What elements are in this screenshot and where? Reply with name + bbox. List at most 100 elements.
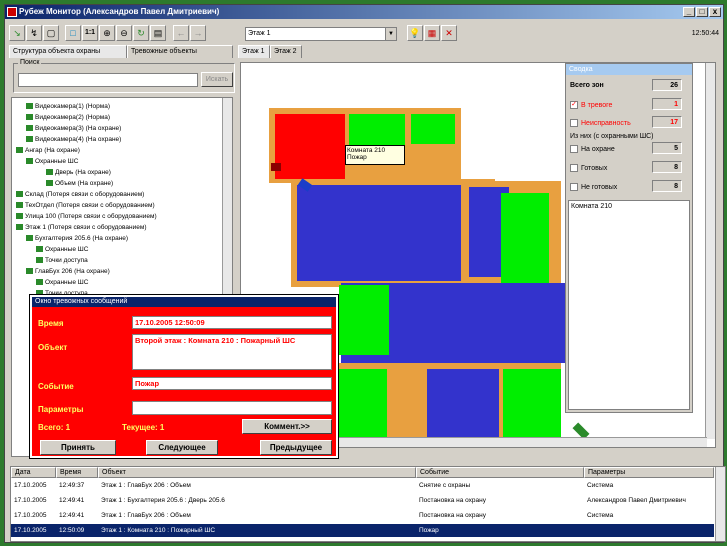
table-cell: Система xyxy=(587,482,614,489)
tree-item[interactable]: Охранные ШС xyxy=(36,245,88,254)
tree-item[interactable]: Точки доступа xyxy=(36,256,88,265)
tree-item-label: ГлавБух 206 (На охране) xyxy=(35,268,110,275)
object-icon xyxy=(36,257,43,264)
column-header[interactable]: Событие xyxy=(416,467,584,478)
smoke-detector-icon[interactable] xyxy=(271,163,281,171)
column-header[interactable]: Объект xyxy=(98,467,416,478)
tree-item[interactable]: Видеокамера(3) (На охране) xyxy=(26,124,121,133)
table-cell xyxy=(584,524,714,537)
room-zone[interactable] xyxy=(427,369,499,439)
fault-checkbox[interactable] xyxy=(570,119,578,127)
tree-item[interactable]: Объем (На охране) xyxy=(46,179,113,188)
guarded-filter[interactable]: На охране xyxy=(570,145,615,153)
tree-item-label: Видеокамера(4) (На охране) xyxy=(35,136,122,143)
object-icon xyxy=(16,224,23,231)
tab-alarm-objects[interactable]: Тревожные объекты xyxy=(127,45,233,58)
table-cell: 17.10.2005 xyxy=(14,497,47,504)
tree-item-label: Дверь (На охране) xyxy=(55,169,111,176)
object-icon xyxy=(16,147,23,154)
fit-icon[interactable]: □ xyxy=(65,25,81,41)
zoom-in-icon[interactable]: ⊕ xyxy=(99,25,115,41)
table-row[interactable]: 17.10.2005 12:49:37 Этаж 1 : ГлавБух 206 :… xyxy=(11,479,714,492)
tab-floor-2[interactable]: Этаж 2 xyxy=(270,45,302,58)
table-row[interactable]: 17.10.2005 12:49:41 Этаж 1 : ГлавБух 206 :… xyxy=(11,509,714,522)
notready-checkbox[interactable] xyxy=(570,183,578,191)
event-field: Пожар xyxy=(132,377,332,390)
column-header[interactable]: Время xyxy=(56,467,98,478)
table-cell: 12:49:41 xyxy=(59,497,85,504)
ready-checkbox[interactable] xyxy=(570,164,578,172)
object-icon xyxy=(16,191,23,198)
forward-icon[interactable]: → xyxy=(190,25,206,41)
arm-icon[interactable]: ↘ xyxy=(9,25,25,41)
tree-item[interactable]: Этаж 1 (Потеря связи с оборудованием) xyxy=(16,223,147,232)
table-cell: Постановка на охрану xyxy=(419,497,486,504)
tree-item-label: Охранные ШС xyxy=(45,279,89,286)
zoom-out-icon[interactable]: ⊖ xyxy=(116,25,132,41)
alarm-checkbox[interactable]: ✓ xyxy=(570,101,578,109)
object-icon xyxy=(46,180,53,187)
object-icon xyxy=(26,103,33,110)
next-button[interactable]: Следующее xyxy=(146,440,218,455)
lamp-icon[interactable]: 💡 xyxy=(407,25,423,41)
fault-value: 17 xyxy=(652,116,682,128)
room-zone[interactable] xyxy=(501,193,549,283)
map-tabs: Этаж 1 Этаж 2 xyxy=(238,45,318,58)
tab-structure[interactable]: Структура объекта охраны xyxy=(9,45,127,58)
close-button[interactable]: x xyxy=(709,7,721,17)
tree-item[interactable]: Склад (Потеря связи с оборудованием) xyxy=(16,190,144,199)
tree-item-label: Видеокамера(2) (Норма) xyxy=(35,114,110,121)
print-icon[interactable]: ▤ xyxy=(150,25,166,41)
notready-filter[interactable]: Не готовых xyxy=(570,183,617,191)
zoom-actual-icon[interactable]: 1:1 xyxy=(82,25,98,41)
tree-item[interactable]: Улица 100 (Потеря связи с оборудованием) xyxy=(16,212,157,221)
alarm-filter[interactable]: ✓ В тревоге xyxy=(570,101,612,109)
tree-item-label: Этаж 1 (Потеря связи с оборудованием) xyxy=(25,224,147,231)
table-row[interactable]: 17.10.2005 12:49:41 Этаж 1 : Бухгалтерия 2… xyxy=(11,494,714,507)
tree-item[interactable]: Дверь (На охране) xyxy=(46,168,111,177)
tree-item[interactable]: Видеокамера(1) (Норма) xyxy=(26,102,110,111)
previous-button[interactable]: Предыдущее xyxy=(260,440,332,455)
table-row[interactable]: 17.10.2005 12:50:09 Этаж 1 : Комната 210 :… xyxy=(11,524,714,537)
tree-item[interactable]: Бухгалтерия 205.6 (На охране) xyxy=(26,234,128,243)
map-vscroll[interactable] xyxy=(705,63,715,439)
accept-button[interactable]: Принять xyxy=(40,440,116,455)
guarded-checkbox[interactable] xyxy=(570,145,578,153)
room-210[interactable] xyxy=(275,114,345,179)
room-zone[interactable] xyxy=(503,369,561,439)
room-zone[interactable] xyxy=(339,285,389,355)
column-header[interactable]: Дата xyxy=(11,467,56,478)
tree-item[interactable]: Охранные ШС xyxy=(26,157,78,166)
floor-select[interactable]: Этаж 1 ▼ xyxy=(245,27,397,41)
reset-icon[interactable]: ✕ xyxy=(441,25,457,41)
tree-item[interactable]: Видеокамера(4) (На охране) xyxy=(26,135,121,144)
search-button[interactable]: Искать xyxy=(201,72,233,87)
tab-floor-1[interactable]: Этаж 1 xyxy=(238,45,270,58)
maximize-button[interactable]: □ xyxy=(696,7,708,17)
fault-filter[interactable]: Неисправность xyxy=(570,119,631,127)
total-zones-value: 26 xyxy=(652,79,682,91)
table-cell: Этаж 1 : Бухгалтерия 205.6 : Дверь 205.6 xyxy=(101,497,225,504)
tree-item[interactable]: Видеокамера(2) (Норма) xyxy=(26,113,110,122)
report-icon[interactable]: ▦ xyxy=(424,25,440,41)
events-scrollbar[interactable] xyxy=(715,467,725,541)
room-zone[interactable] xyxy=(349,114,405,149)
back-icon[interactable]: ← xyxy=(173,25,189,41)
room-zone[interactable] xyxy=(337,369,387,439)
search-input[interactable] xyxy=(18,73,198,87)
tree-item-label: ТехОтдел (Потеря связи с оборудованием) xyxy=(25,202,155,209)
refresh-icon[interactable]: ↻ xyxy=(133,25,149,41)
tree-item[interactable]: Ангар (На охране) xyxy=(16,146,80,155)
comment-button[interactable]: Коммент.>> xyxy=(242,419,332,434)
tree-item[interactable]: ГлавБух 206 (На охране) xyxy=(26,267,110,276)
object-icon xyxy=(16,202,23,209)
tree-item[interactable]: Охранные ШС xyxy=(36,278,88,287)
tree-item-label: Точки доступа xyxy=(45,257,88,264)
column-header[interactable]: Параметры xyxy=(584,467,714,478)
room-zone[interactable] xyxy=(411,114,455,144)
ready-filter[interactable]: Готовых xyxy=(570,164,607,172)
disarm-icon[interactable]: ↯ xyxy=(26,25,42,41)
minimize-button[interactable]: _ xyxy=(683,7,695,17)
tree-item[interactable]: ТехОтдел (Потеря связи с оборудованием) xyxy=(16,201,155,210)
select-icon[interactable]: ▢ xyxy=(43,25,59,41)
